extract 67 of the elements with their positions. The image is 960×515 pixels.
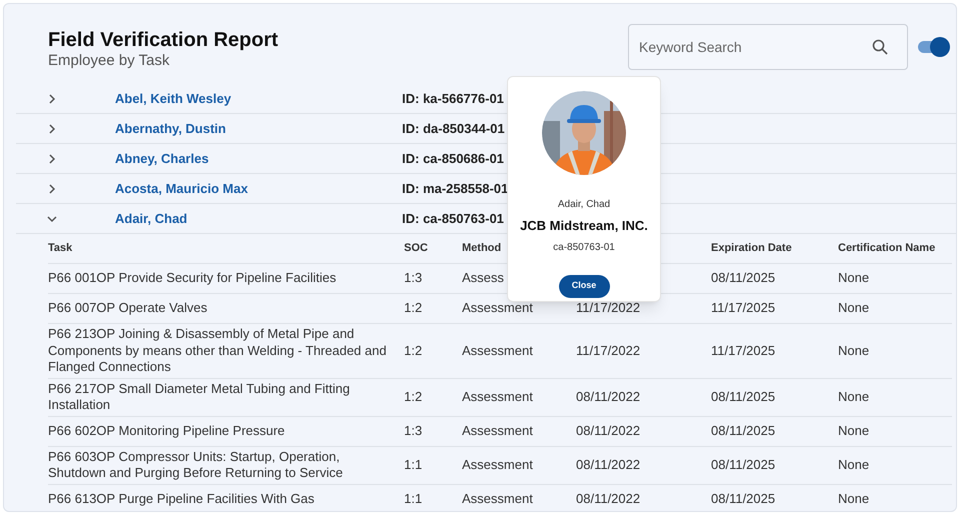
table-cell-text: 1:1 (404, 456, 424, 474)
table-cell-text: P66 001OP Provide Security for Pipeline Facilities (48, 270, 338, 287)
employee-name-link[interactable]: Acosta, Mauricio Max (115, 178, 402, 198)
chevron-right-icon[interactable] (47, 94, 57, 104)
close-button[interactable]: Close (558, 274, 610, 298)
employee-id: ID: ca-850686-01 (402, 150, 504, 168)
column-header: Task (48, 241, 74, 256)
company-name: JCB Midstream, INC. (520, 217, 648, 235)
table-cell-text: 1:1 (404, 490, 424, 508)
column-header: SOC (404, 241, 429, 256)
table-cell-text: 1:3 (404, 270, 424, 287)
chevron-down-icon[interactable] (47, 214, 57, 224)
table-cell-text: None (838, 342, 870, 359)
table-cell-text: 11/17/2025 (711, 300, 776, 317)
employee-name-link[interactable]: Adair, Chad (115, 208, 402, 228)
employee-name-link[interactable]: Abney, Charles (115, 148, 402, 168)
table-cell-text: P66 007OP Operate Valves (48, 300, 208, 317)
table-cell-text: 1:2 (404, 300, 424, 317)
search-field[interactable]: Keyword Search (628, 24, 908, 70)
table-cell-text: P66 613OP Purge Pipeline Facilities With Gas (48, 490, 316, 508)
table-cell-text: 08/11/2022 (576, 388, 642, 406)
table-cell-text: Assessment (462, 342, 534, 359)
table-cell-text: 1:2 (404, 342, 424, 359)
table-cell-text: P66 602OP Monitoring Pipeline Pressure (48, 422, 286, 440)
employee-id: ID: ma-258558-01 (402, 180, 508, 198)
table-cell-text: 08/11/2022 (576, 490, 642, 508)
table-cell-text: 08/11/2022 (576, 422, 642, 440)
table-cell-text: None (838, 270, 870, 287)
table-cell-text: 11/17/2022 (576, 342, 642, 359)
table-cell-text: Assessment (462, 422, 534, 440)
table-cell-text: P66 217OP Small Diameter Metal Tubing and Fitting Installation (48, 380, 351, 414)
chevron-right-icon[interactable] (47, 124, 57, 134)
employee-id: ca-850763-01 (553, 240, 615, 254)
employee-name-link[interactable]: Abernathy, Dustin (115, 118, 402, 138)
search-icon (872, 39, 888, 55)
table-cell-text: Assessment (462, 490, 534, 508)
table-cell-text: 11/17/2025 (711, 342, 776, 359)
table-cell-text: 1:3 (404, 422, 424, 440)
table-cell-text: Assessment (462, 388, 534, 406)
column-header: Expiration Date (711, 241, 793, 256)
table-cell-text: None (838, 490, 870, 508)
table-cell-text: 08/11/2025 (711, 270, 776, 287)
table-cell-text: None (838, 422, 870, 440)
table-cell-text: 08/11/2025 (711, 456, 776, 474)
table-cell-text: 08/11/2025 (711, 422, 776, 440)
table-cell-text: 11/17/2022 (576, 300, 642, 317)
chevron-right-icon[interactable] (47, 154, 57, 164)
table-cell-text: 1:2 (404, 388, 424, 406)
chevron-right-icon[interactable] (47, 184, 57, 194)
report-title: Field Verification Report (48, 28, 278, 52)
table-cell-text: None (838, 388, 870, 406)
table-cell-text: Assessment (462, 456, 534, 474)
table-cell-text: Assessment (462, 300, 534, 317)
table-cell-text: P66 213OP Joining & Disassembly of Metal Pipe and Components by means other than Welding - Threaded and Flanged Connections (48, 326, 388, 376)
table-cell-text: None (838, 300, 870, 317)
employee-id: ID: ca-850763-01 (402, 210, 504, 228)
employee-name-link[interactable]: Abel, Keith Wesley (115, 88, 402, 108)
table-cell-text: P66 603OP Compressor Units: Startup, Operation, Shutdown and Purging Before Returning to Service (48, 448, 344, 482)
employee-name: Adair, Chad (558, 198, 610, 212)
table-cell-text: None (838, 456, 870, 474)
employee-id: ID: ka-566776-01 (402, 90, 504, 108)
report-subtitle: Employee by Task (48, 52, 170, 69)
table-cell-text: 08/11/2025 (711, 490, 776, 508)
column-header: Certification Name (838, 241, 936, 256)
table-cell-text: 08/11/2025 (711, 388, 776, 406)
table-cell-text: 08/11/2022 (576, 456, 642, 474)
employee-id: ID: da-850344-01 (402, 120, 505, 138)
